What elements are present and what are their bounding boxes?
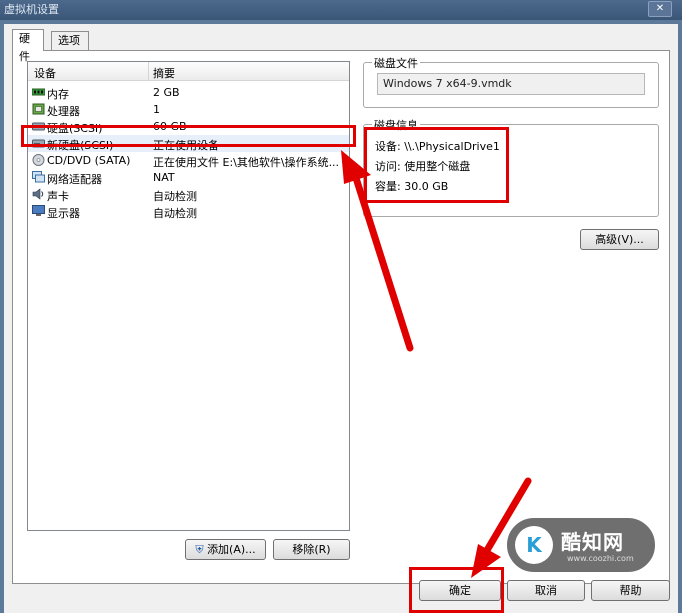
watermark-badge: K 酷知网 www.coozhi.com [505, 516, 657, 574]
watermark-logo: K [515, 526, 553, 564]
watermark-name: 酷知网 [561, 530, 624, 554]
tab-hardware[interactable]: 硬件 [12, 29, 44, 63]
watermark-url: www.coozhi.com [567, 554, 634, 563]
arrow-to-device-row [341, 150, 414, 352]
